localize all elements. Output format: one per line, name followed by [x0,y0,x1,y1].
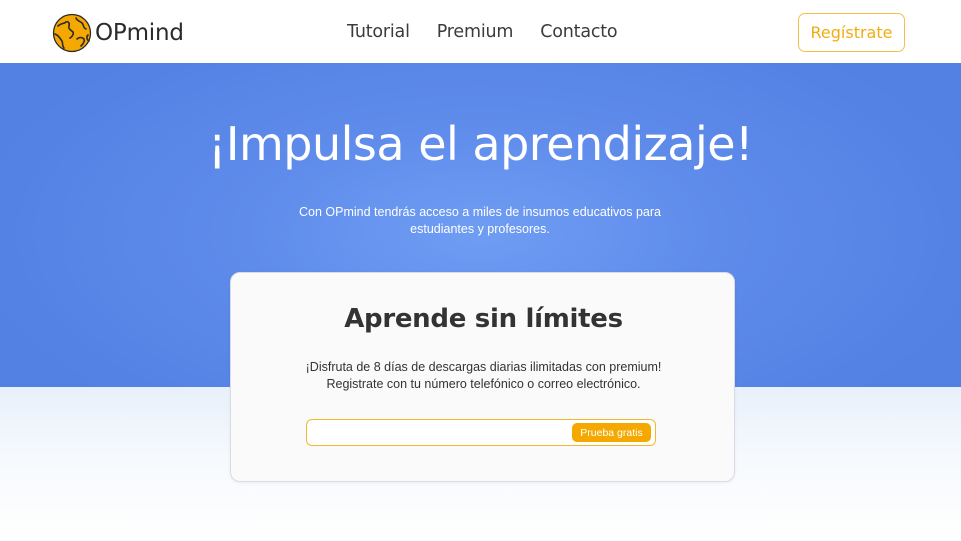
nav-tutorial[interactable]: Tutorial [347,22,410,42]
card-description: ¡Disfruta de 8 días de descargas diarias… [231,359,736,393]
card-text-line-2: Registrate con tu número telefónico o co… [326,377,641,391]
register-button[interactable]: Regístrate [798,13,905,52]
hero-subtitle-line-2: estudiantes y profesores. [410,222,550,236]
card-text-line-1: ¡Disfruta de 8 días de descargas diarias… [305,360,662,374]
hero-subtitle-line-1: Con OPmind tendrás acceso a miles de ins… [299,205,661,219]
signup-field: Prueba gratis [306,419,656,446]
globe-icon [52,13,92,53]
logo[interactable]: OPmind [52,13,184,53]
hero-title: ¡Impulsa el aprendizaje! [207,117,754,171]
nav-premium[interactable]: Premium [437,22,514,42]
main-nav: Tutorial Premium Contacto [347,22,618,42]
card-title: Aprende sin límites [344,304,623,334]
free-trial-button[interactable]: Prueba gratis [572,423,651,442]
signup-card: Aprende sin límites ¡Disfruta de 8 días … [230,272,735,482]
logo-text: OPmind [95,20,184,46]
hero-subtitle: Con OPmind tendrás acceso a miles de ins… [280,204,680,238]
nav-contacto[interactable]: Contacto [540,22,617,42]
site-header: OPmind Tutorial Premium Contacto Regístr… [0,0,961,63]
phone-email-input[interactable] [313,423,568,442]
